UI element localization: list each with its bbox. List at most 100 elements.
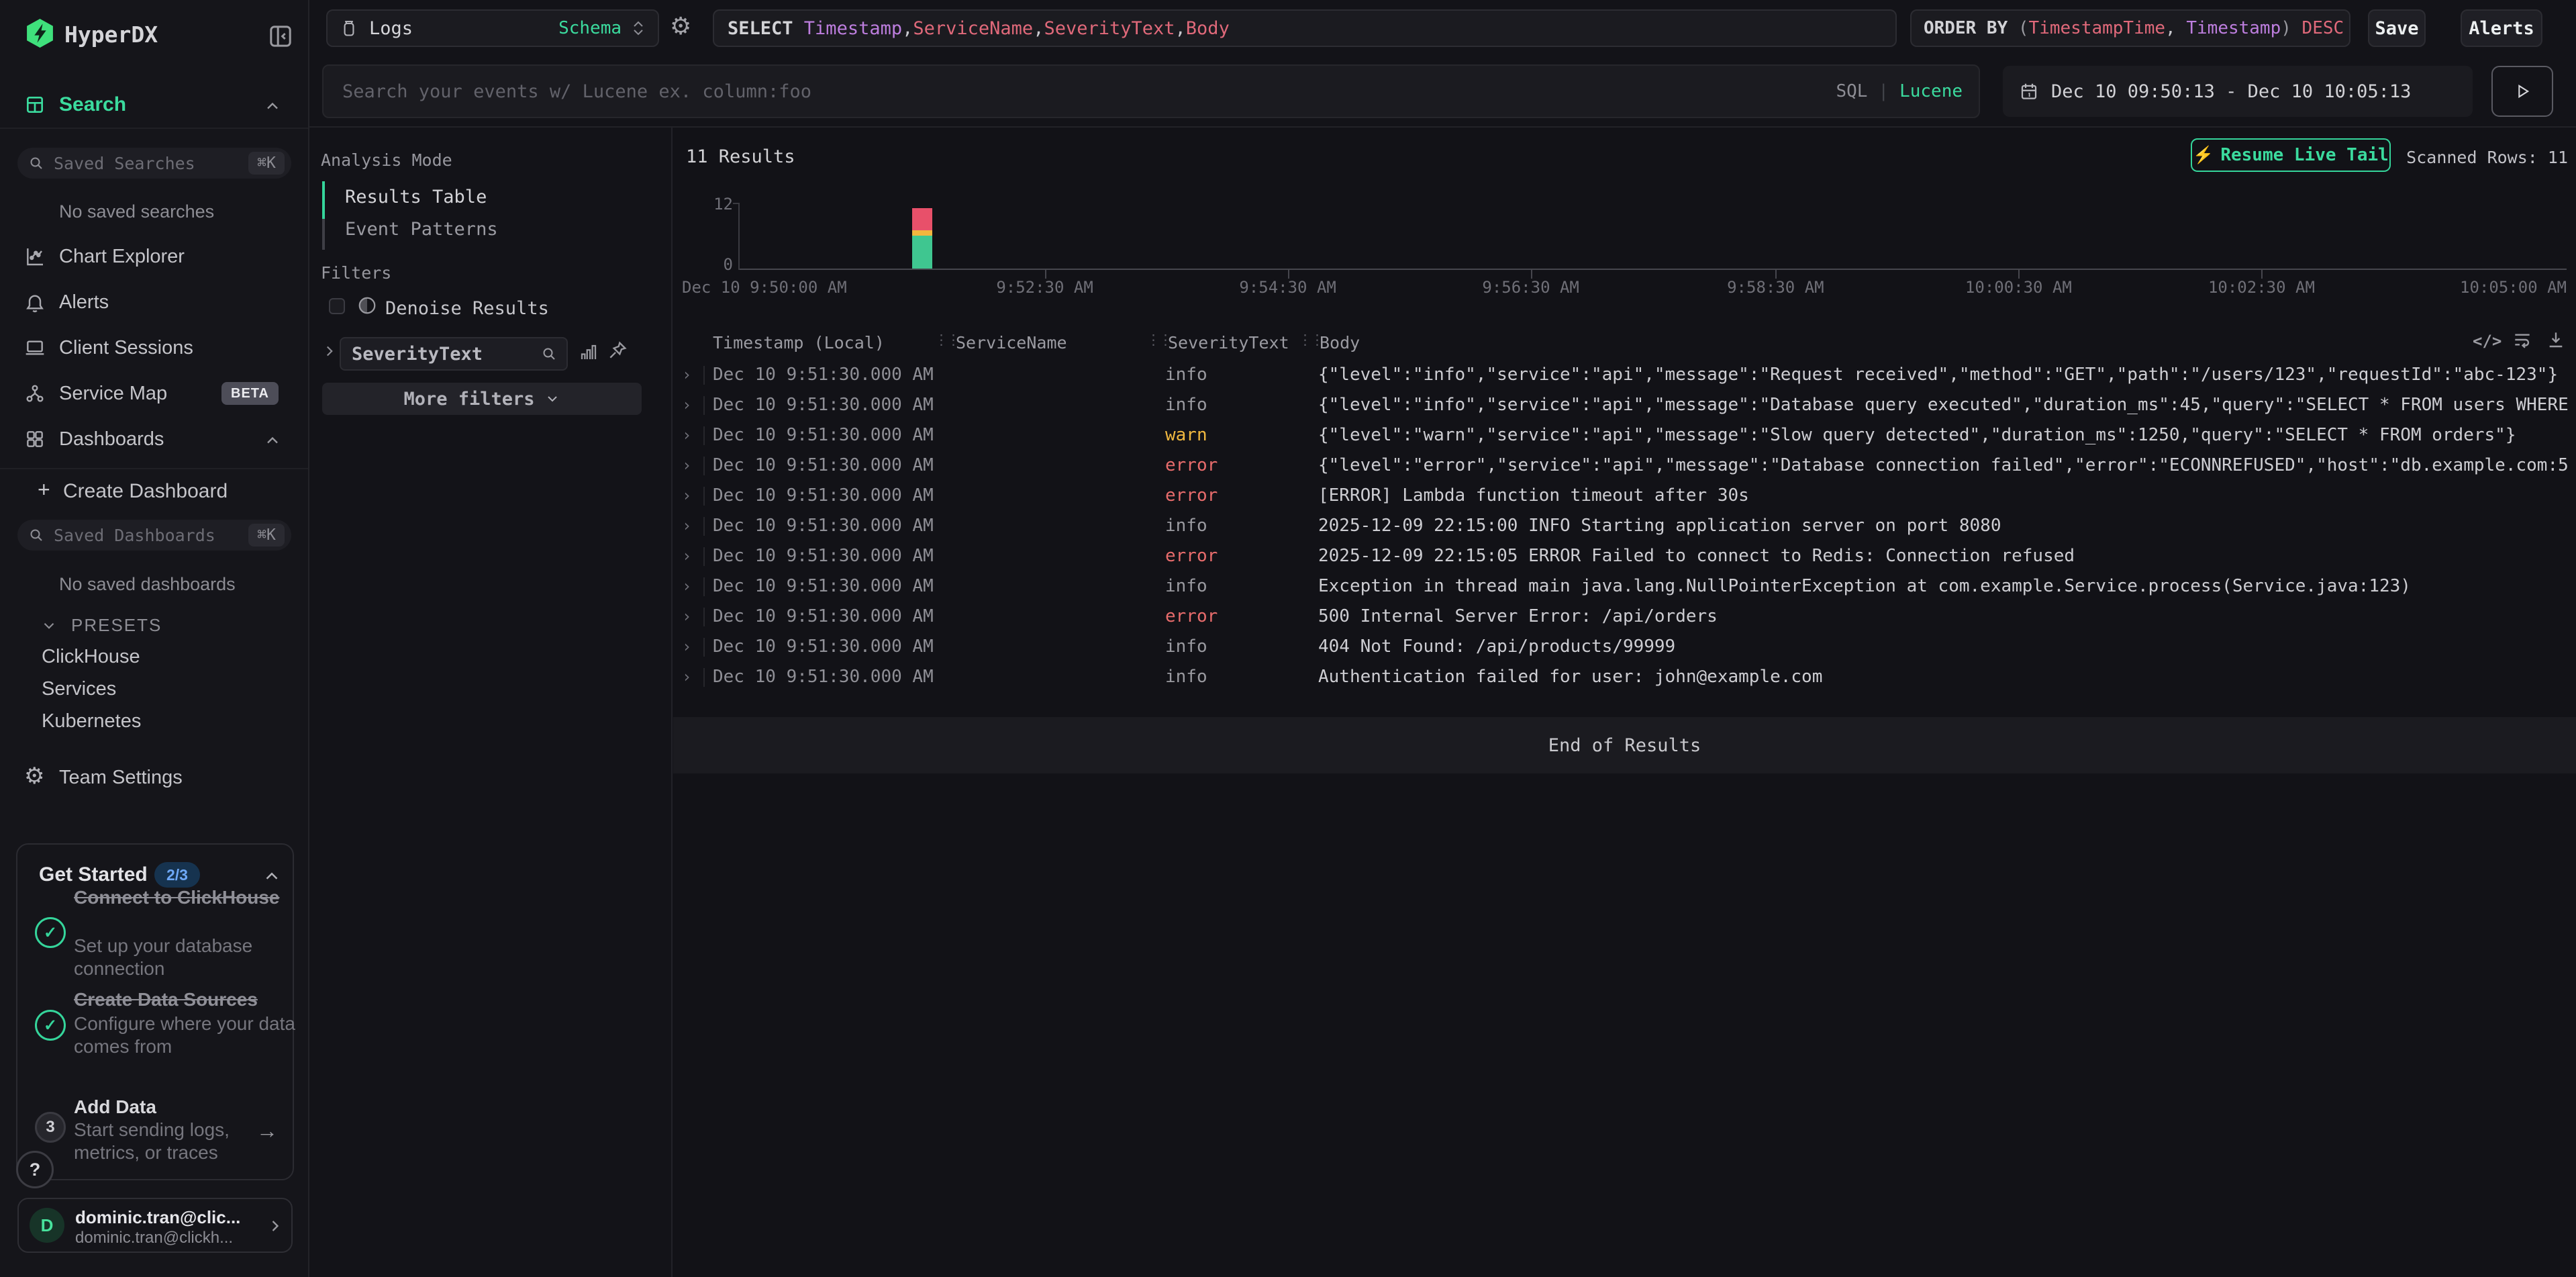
results-panel-bg: [673, 128, 2576, 1277]
select-query-input[interactable]: SELECT Timestamp,ServiceName,SeverityTex…: [713, 9, 1897, 47]
sidebar-item-client-sessions[interactable]: Client Sessions: [0, 328, 308, 368]
column-header-servicename[interactable]: ServiceName: [956, 333, 1067, 352]
table-row[interactable]: › Dec 10 9:51:30.000 AM info Exception i…: [673, 571, 2576, 602]
preset-item-kubernetes[interactable]: Kubernetes: [42, 710, 141, 732]
cell-timestamp: Dec 10 9:51:30.000 AM: [713, 571, 934, 602]
sidebar-item-dashboards[interactable]: Dashboards: [0, 419, 308, 459]
preset-item-services[interactable]: Services: [42, 678, 116, 700]
expand-row-icon[interactable]: ›: [682, 420, 691, 451]
team-settings-label: Team Settings: [59, 767, 183, 789]
column-header-severitytext[interactable]: SeverityText: [1168, 333, 1289, 352]
saved-searches-placeholder: Saved Searches: [54, 154, 248, 173]
chart-filter-icon[interactable]: [579, 342, 599, 363]
resume-live-tail-button[interactable]: ⚡ Resume Live Tail: [2191, 138, 2391, 172]
lang-toggle-sql[interactable]: SQL: [1836, 81, 1867, 101]
chevron-right-icon[interactable]: [321, 342, 338, 360]
column-header-body[interactable]: Body: [1320, 333, 1360, 352]
chevron-up-icon[interactable]: [263, 431, 282, 450]
x-axis-tick-label: 10:02:30 AM: [2208, 278, 2315, 297]
denoise-checkbox[interactable]: [329, 298, 345, 314]
user-profile-card[interactable]: D dominic.tran@clic... dominic.tran@clic…: [17, 1198, 293, 1253]
save-button[interactable]: Save: [2368, 9, 2426, 47]
row-separator: [703, 608, 705, 626]
table-row[interactable]: › Dec 10 9:51:30.000 AM info 2025-12-09 …: [673, 511, 2576, 541]
drag-handle-icon[interactable]: ⋮⋮: [1298, 332, 1322, 348]
expand-row-icon[interactable]: ›: [682, 390, 691, 420]
step-number-badge: 3: [35, 1112, 66, 1143]
table-row[interactable]: › Dec 10 9:51:30.000 AM error 500 Intern…: [673, 602, 2576, 632]
sidebar-item-alerts[interactable]: Alerts: [0, 282, 308, 322]
alerts-button[interactable]: Alerts: [2461, 9, 2542, 47]
dashboards-icon: [24, 428, 46, 450]
hyperdx-logo-icon: [24, 17, 56, 49]
run-query-button[interactable]: [2491, 66, 2553, 117]
saved-dashboards-input[interactable]: Saved Dashboards ⌘K: [17, 520, 291, 551]
preset-item-clickhouse[interactable]: ClickHouse: [42, 646, 140, 668]
order-by-input[interactable]: ORDER BY (TimestampTime, Timestamp) DESC: [1910, 9, 2350, 47]
more-filters-button[interactable]: More filters: [322, 383, 642, 415]
expand-row-icon[interactable]: ›: [682, 662, 691, 692]
table-row[interactable]: › Dec 10 9:51:30.000 AM error 2025-12-09…: [673, 541, 2576, 571]
end-of-results-band: End of Results: [673, 717, 2576, 773]
download-icon[interactable]: [2545, 329, 2567, 350]
table-body: › Dec 10 9:51:30.000 AM info {"level":"i…: [673, 360, 2576, 692]
y-axis-min-label: 0: [698, 255, 733, 274]
cell-severity: error: [1165, 451, 1218, 481]
expand-row-icon[interactable]: ›: [682, 451, 691, 481]
table-row[interactable]: › Dec 10 9:51:30.000 AM info {"level":"i…: [673, 390, 2576, 420]
table-row[interactable]: › Dec 10 9:51:30.000 AM info {"level":"i…: [673, 360, 2576, 390]
user-name: dominic.tran@clic...: [75, 1207, 240, 1228]
stacked-bar[interactable]: [912, 208, 932, 269]
expand-row-icon[interactable]: ›: [682, 481, 691, 511]
chevron-up-icon[interactable]: [263, 97, 282, 115]
user-email: dominic.tran@clickh...: [75, 1229, 233, 1247]
saved-searches-input[interactable]: Saved Searches ⌘K: [17, 148, 291, 179]
expand-row-icon[interactable]: ›: [682, 511, 691, 541]
search-icon: [541, 346, 557, 362]
schema-link[interactable]: Schema: [558, 18, 622, 38]
table-row[interactable]: › Dec 10 9:51:30.000 AM warn {"level":"w…: [673, 420, 2576, 451]
sidebar-item-search[interactable]: Search: [0, 85, 308, 125]
expand-row-icon[interactable]: ›: [682, 602, 691, 632]
sidebar-collapse-icon[interactable]: [267, 23, 294, 50]
expand-row-icon[interactable]: ›: [682, 541, 691, 571]
wrap-lines-icon[interactable]: [2512, 329, 2533, 350]
cell-body: {"level":"info","service":"api","message…: [1318, 360, 2558, 390]
table-row[interactable]: › Dec 10 9:51:30.000 AM info Authenticat…: [673, 662, 2576, 692]
cell-severity: info: [1165, 632, 1207, 662]
avatar: D: [30, 1208, 64, 1243]
code-view-icon[interactable]: </>: [2473, 332, 2501, 350]
cell-body: 404 Not Found: /api/products/99999: [1318, 632, 1675, 662]
table-row[interactable]: › Dec 10 9:51:30.000 AM info 404 Not Fou…: [673, 632, 2576, 662]
divider: [0, 468, 308, 469]
saved-dashboards-placeholder: Saved Dashboards: [54, 526, 248, 545]
event-search-input[interactable]: Search your events w/ Lucene ex. column:…: [322, 64, 1980, 118]
sidebar-item-chart-explorer[interactable]: Chart Explorer: [0, 236, 308, 277]
sidebar-item-service-map[interactable]: Service Map BETA: [0, 373, 308, 414]
check-circle-icon: ✓: [35, 917, 66, 948]
source-select[interactable]: Logs Schema: [326, 9, 659, 47]
table-row[interactable]: › Dec 10 9:51:30.000 AM error [ERROR] La…: [673, 481, 2576, 511]
lang-toggle-lucene[interactable]: Lucene: [1899, 81, 1963, 101]
expand-row-icon[interactable]: ›: [682, 632, 691, 662]
expand-row-icon[interactable]: ›: [682, 571, 691, 602]
presets-toggle[interactable]: PRESETS: [40, 615, 162, 636]
column-header-timestamp[interactable]: Timestamp (Local): [713, 333, 885, 352]
pin-icon[interactable]: [607, 340, 628, 361]
tab-event-patterns[interactable]: Event Patterns: [345, 219, 498, 240]
help-button[interactable]: ?: [16, 1151, 54, 1188]
expand-row-icon[interactable]: ›: [682, 360, 691, 390]
table-row[interactable]: › Dec 10 9:51:30.000 AM error {"level":"…: [673, 451, 2576, 481]
filter-field-severitytext[interactable]: SeverityText: [340, 337, 568, 371]
y-axis-max-label: 12: [698, 195, 733, 214]
drag-handle-icon[interactable]: ⋮⋮: [1146, 332, 1171, 348]
date-range-picker[interactable]: Dec 10 09:50:13 - Dec 10 10:05:13: [2003, 66, 2473, 117]
drag-handle-icon[interactable]: ⋮⋮: [934, 332, 958, 348]
cell-body: {"level":"warn","service":"api","message…: [1318, 420, 2516, 451]
tab-results-table[interactable]: Results Table: [345, 187, 487, 207]
sidebar-item-team-settings[interactable]: ⚙ Team Settings: [0, 757, 308, 798]
gear-icon[interactable]: ⚙: [670, 12, 691, 40]
chevron-up-icon[interactable]: [262, 866, 282, 886]
progress-badge: 2/3: [154, 862, 200, 888]
create-dashboard-button[interactable]: + Create Dashboard: [0, 471, 308, 512]
